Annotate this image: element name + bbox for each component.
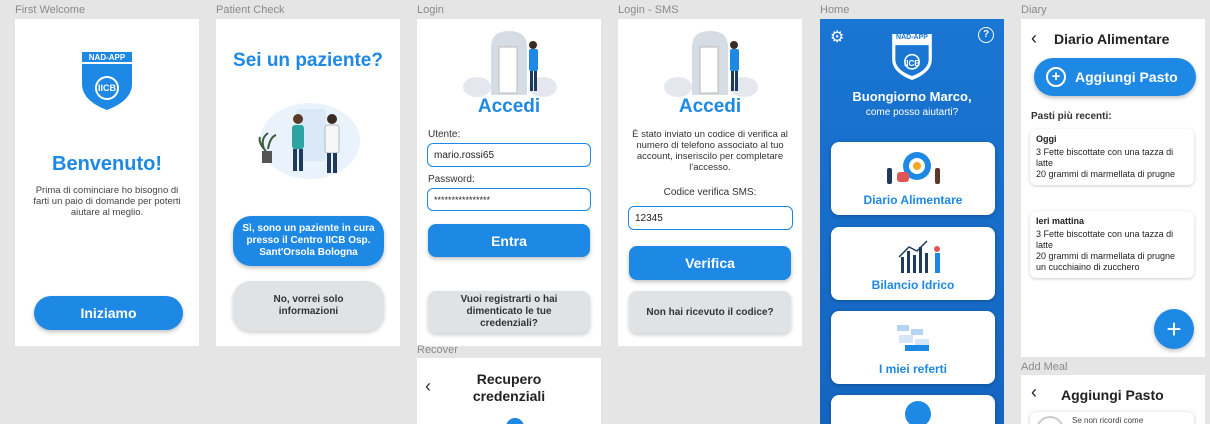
back-chevron-icon[interactable]: ‹: [425, 376, 431, 397]
diary-screen: ‹ Diario Alimentare + Aggiungi Pasto Pas…: [1021, 19, 1205, 357]
documents-illustration-icon: [897, 325, 929, 351]
plus-circle-icon: +: [1046, 67, 1066, 87]
logo-sub: IICB: [98, 83, 116, 93]
login-sms-screen: Accedi È stato inviato un codice di veri…: [618, 19, 802, 346]
home-subtitle: come posso aiutarti?: [865, 107, 959, 118]
back-chevron-icon[interactable]: ‹: [1031, 28, 1037, 49]
add-meal-screen: ‹ Aggiungi Pasto Se non ricordi come: [1021, 375, 1205, 424]
frame-label-patient-check: Patient Check: [216, 4, 285, 16]
frame-label-home: Home: [820, 4, 850, 16]
add-meal-button[interactable]: + Aggiungi Pasto: [1034, 58, 1196, 96]
back-chevron-icon[interactable]: ‹: [1031, 382, 1037, 403]
card-label: I miei referti: [878, 362, 948, 376]
meal-day: Oggi: [1036, 134, 1057, 144]
password-input[interactable]: ****************: [427, 188, 591, 211]
help-icon[interactable]: ?: [978, 27, 994, 43]
food-illustration-icon: [887, 152, 940, 184]
gear-icon[interactable]: ⚙: [830, 27, 844, 47]
card-bilancio-idrico[interactable]: Bilancio Idrico: [831, 227, 995, 300]
card-referti[interactable]: I miei referti: [831, 311, 995, 384]
frame-label-recover: Recover: [417, 344, 458, 356]
patient-check-screen: Sei un paziente? Sì, sono un paziente in…: [216, 19, 400, 346]
sms-title: Accedi: [678, 96, 742, 117]
welcome-title: Benvenuto!: [52, 153, 162, 175]
frame-label-add-meal: Add Meal: [1021, 361, 1068, 373]
meal-line: 3 Fette biscottate con una tazza di latt…: [1036, 147, 1174, 168]
first-welcome-screen: NAD-APP IICB Benvenuto! Prima di cominci…: [15, 19, 199, 346]
logo-text: NAD-APP: [896, 34, 928, 41]
user-label: Utente:: [428, 129, 461, 140]
add-fab-button[interactable]: +: [1154, 309, 1194, 349]
add-meal-hint-card: Se non ricordi come: [1030, 412, 1194, 424]
home-greeting: Buongiorno Marco,: [852, 89, 972, 104]
sms-code-label: Codice verifica SMS:: [663, 187, 757, 198]
logo-sub: IICB: [904, 59, 920, 68]
meal-line: 20 grammi di marmellata di prugne: [1036, 169, 1176, 179]
register-button[interactable]: Vuoi registrarti o hai dimenticato le tu…: [428, 291, 590, 333]
frame-label-first-welcome: First Welcome: [15, 4, 86, 16]
user-input[interactable]: mario.rossi65: [427, 143, 591, 167]
recover-title: Recupero credenziali: [472, 371, 546, 404]
door-illustration: [463, 31, 557, 97]
add-meal-label: Aggiungi Pasto: [1075, 69, 1178, 85]
sms-code-input[interactable]: 12345: [628, 206, 793, 230]
home-screen: ⚙ ? NAD-APP IICB Buongiorno Marco, come …: [820, 19, 1004, 424]
sms-body: È stato inviato un codice di verifica al…: [632, 129, 788, 173]
start-button[interactable]: Iniziamo: [34, 296, 183, 330]
door-illustration: [664, 31, 758, 97]
yes-patient-button[interactable]: Sì, sono un paziente in cura presso il C…: [233, 216, 384, 266]
meal-line: 3 Fette biscottate con una tazza di latt…: [1036, 229, 1174, 250]
password-label: Password:: [428, 174, 475, 185]
chart-illustration-icon: [898, 240, 940, 273]
add-meal-hint: Se non ricordi come: [1072, 416, 1144, 424]
login-title: Accedi: [477, 96, 541, 117]
meal-line: un cucchiaino di zucchero: [1036, 262, 1140, 272]
doctors-illustration: [258, 103, 360, 179]
logo-text: NAD-APP: [88, 53, 126, 62]
recover-illustration-icon: [506, 418, 524, 424]
card-label: Diario Alimentare: [863, 193, 963, 207]
frame-label-diary: Diary: [1021, 4, 1047, 16]
recover-screen: ‹ Recupero credenziali: [417, 358, 601, 424]
meal-day: Ieri mattina: [1036, 216, 1085, 226]
card-next[interactable]: [831, 395, 995, 424]
card-label: Bilancio Idrico: [871, 278, 955, 292]
verify-button[interactable]: Verifica: [629, 246, 791, 280]
diary-title: Diario Alimentare: [1054, 31, 1170, 47]
no-patient-button[interactable]: No, vorrei solo informazioni: [233, 281, 384, 331]
meal-card[interactable]: Oggi 3 Fette biscottate con una tazza di…: [1030, 129, 1194, 185]
welcome-body: Prima di cominciare ho bisogno di farti …: [33, 185, 181, 218]
resend-code-button[interactable]: Non hai ricevuto il codice?: [629, 291, 791, 333]
meal-card[interactable]: Ieri mattina 3 Fette biscottate con una …: [1030, 211, 1194, 278]
add-meal-title: Aggiungi Pasto: [1061, 387, 1164, 403]
next-illustration-icon: [905, 401, 931, 424]
recent-meals-label: Pasti più recenti:: [1031, 111, 1112, 122]
frame-label-login: Login: [417, 4, 444, 16]
meal-line: 20 grammi di marmellata di prugne: [1036, 251, 1176, 261]
enter-button[interactable]: Entra: [428, 224, 590, 257]
patient-check-title: Sei un paziente?: [233, 50, 383, 71]
card-diario-alimentare[interactable]: Diario Alimentare: [831, 142, 995, 215]
frame-label-login-sms: Login - SMS: [618, 4, 679, 16]
meal-photo-icon: [1036, 416, 1064, 424]
login-screen: Accedi Utente: mario.rossi65 Password: *…: [417, 19, 601, 346]
